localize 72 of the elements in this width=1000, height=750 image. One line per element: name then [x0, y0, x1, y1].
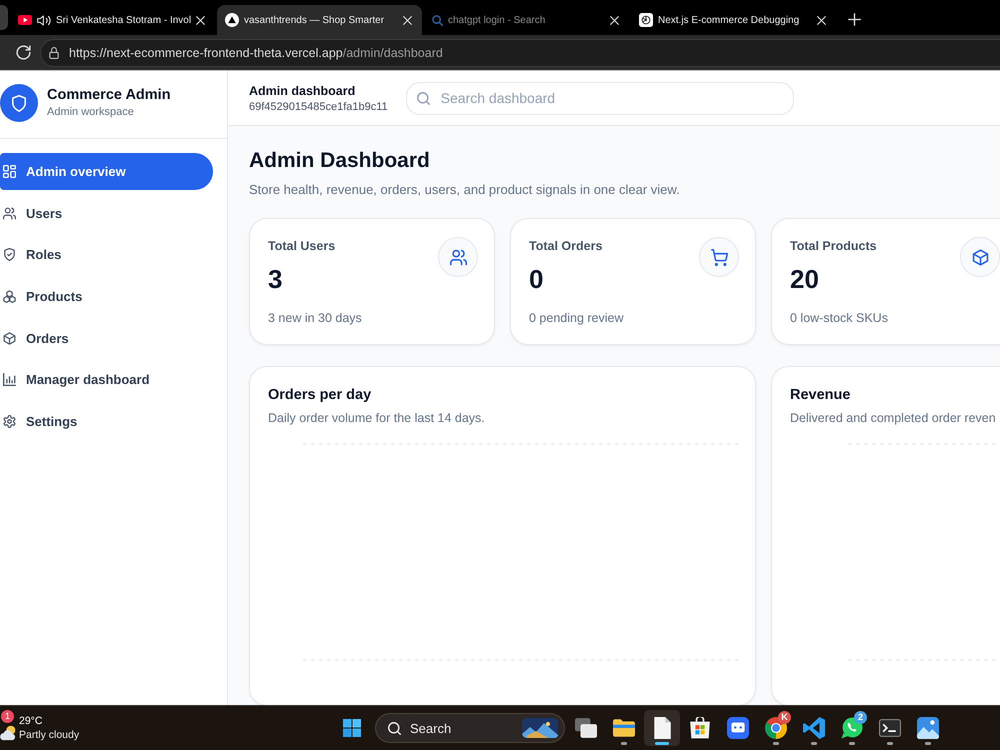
browser-tab[interactable]: vasanthtrends — Shop Smarter — [217, 5, 422, 35]
stat-label: Total Users — [268, 239, 336, 254]
close-icon[interactable] — [610, 16, 619, 24]
header-title: Admin dashboard — [249, 82, 356, 98]
notification-badge: 1 — [1, 710, 14, 723]
chart-subtitle: Delivered and completed order reven — [790, 410, 997, 426]
notification-badge: K — [778, 711, 791, 724]
sidebar-item[interactable]: Admin overview — [0, 153, 213, 190]
sidebar-item[interactable]: Manager dashboard — [0, 361, 213, 398]
stat-label: Total Products — [790, 239, 878, 254]
page-title: Admin Dashboard — [249, 148, 431, 174]
grid-icon — [3, 165, 16, 178]
triangle-logo-icon — [225, 13, 239, 27]
app-tile-icon — [727, 717, 749, 739]
notification-badge: 2 — [854, 711, 867, 724]
sidebar-item[interactable]: Users — [0, 194, 213, 232]
sidebar-item[interactable]: Settings — [0, 403, 213, 440]
weather-condition-text[interactable]: Partly cloudy — [19, 728, 80, 742]
browser-tab[interactable]: chatgpt login - Search — [424, 5, 629, 35]
page-subtitle: Store health, revenue, orders, users, and product signals in one clear view. — [249, 181, 681, 198]
new-tab-icon[interactable] — [848, 13, 861, 26]
settings-icon — [3, 415, 16, 428]
close-icon[interactable] — [196, 16, 205, 24]
lock-icon[interactable] — [49, 46, 59, 58]
users-icon — [438, 237, 478, 277]
sidebar-item[interactable]: Orders — [0, 320, 213, 357]
search-icon — [388, 722, 401, 734]
chart-title: Revenue — [790, 386, 852, 404]
stat-value: 20 — [790, 264, 820, 294]
chart-subtitle: Daily order volume for the last 14 days. — [268, 410, 486, 426]
reload-icon[interactable] — [16, 45, 31, 60]
search-field[interactable]: Search dashboard — [406, 82, 794, 114]
sidebar-item[interactable]: Roles — [0, 236, 213, 274]
stat-value: 3 — [268, 264, 284, 294]
image-icon — [917, 717, 939, 739]
logo-icon — [639, 13, 653, 27]
folder-icon — [613, 717, 635, 739]
bar-chart-icon — [3, 373, 16, 386]
start-icon[interactable] — [343, 719, 361, 737]
package-icon — [3, 332, 16, 345]
stat-note: 0 pending review — [529, 310, 624, 326]
video-play-icon — [18, 13, 32, 27]
stat-label: Total Orders — [529, 239, 604, 254]
temperature-text[interactable]: 29°C — [19, 714, 80, 728]
brand-subtitle: Admin workspace — [47, 105, 135, 120]
boxes-icon — [3, 290, 16, 304]
speaker-icon[interactable] — [37, 14, 51, 26]
overlapping-windows-icon — [575, 717, 597, 739]
highlight-image-icon — [522, 718, 558, 738]
search-icon — [432, 14, 443, 26]
browser-tab[interactable]: Sri Venkatesha Stotram - Invol — [10, 5, 215, 35]
stat-value: 0 — [529, 264, 544, 294]
sidebar-item[interactable]: Products — [0, 278, 213, 316]
address-bar[interactable]: https://next-ecommerce-frontend-theta.vercel.app/admin/dashboard — [40, 38, 1000, 66]
stat-note: 0 low-stock SKUs — [790, 310, 888, 326]
header-id: 69f4529015485ce1fa1b9c11 — [249, 100, 388, 114]
shield-check-icon — [3, 248, 16, 262]
code-editor-icon — [803, 717, 825, 739]
close-icon[interactable] — [817, 16, 826, 24]
terminal-icon — [879, 717, 901, 739]
stat-note: 3 new in 30 days — [268, 310, 362, 326]
shopping-bag-icon — [689, 717, 711, 739]
taskbar-app[interactable] — [644, 710, 680, 746]
brand-title: Commerce Admin — [47, 86, 171, 104]
browser-tab[interactable]: Next.js E-commerce Debugging — [631, 5, 836, 35]
cart-icon — [699, 237, 739, 277]
close-icon[interactable] — [403, 16, 412, 24]
taskbar-search[interactable]: Search — [375, 713, 565, 743]
search-icon — [416, 92, 430, 104]
taskbar-app[interactable]: K — [758, 710, 794, 746]
users-icon — [3, 206, 16, 220]
chart-title: Orders per day — [268, 386, 372, 404]
